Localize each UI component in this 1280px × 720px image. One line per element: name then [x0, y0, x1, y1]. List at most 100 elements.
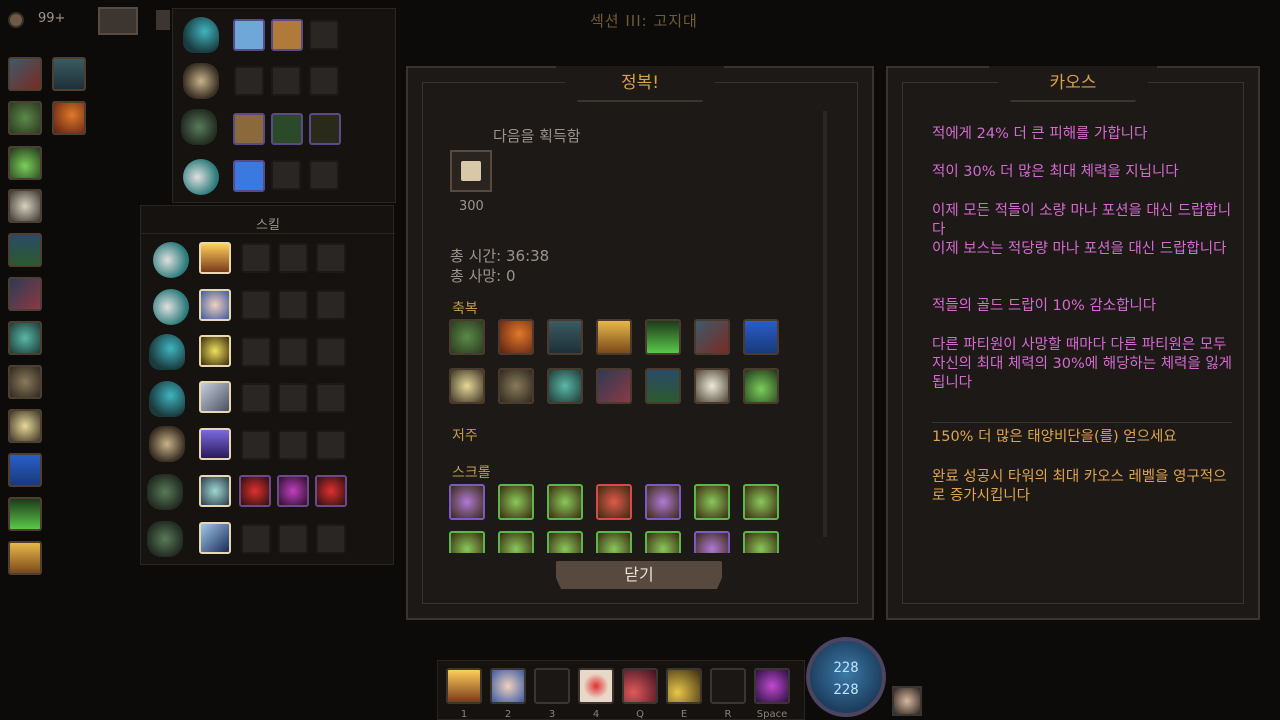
- close-button[interactable]: 닫기: [556, 561, 722, 589]
- empty-slot[interactable]: [316, 524, 346, 554]
- armored-knight-icon[interactable]: [547, 319, 583, 355]
- sword-slash-icon[interactable]: [8, 277, 42, 311]
- character-portrait-icon[interactable]: [892, 686, 922, 716]
- empty-slot[interactable]: [241, 383, 271, 413]
- empty-slot[interactable]: [309, 20, 339, 50]
- empty-slot[interactable]: [316, 383, 346, 413]
- teal-crystal-icon[interactable]: [547, 368, 583, 404]
- empty-slot[interactable]: [316, 243, 346, 273]
- empty-slot[interactable]: [271, 160, 301, 190]
- gold-wave-icon[interactable]: [666, 668, 702, 704]
- purple-scroll-icon[interactable]: [449, 484, 485, 520]
- empty-slot[interactable]: [309, 66, 339, 96]
- empty-slot[interactable]: [278, 524, 308, 554]
- empty-slot[interactable]: [278, 290, 308, 320]
- green-scroll-icon[interactable]: [694, 484, 730, 520]
- fire-comet-icon[interactable]: [498, 319, 534, 355]
- hero-mage-icon[interactable]: [183, 159, 219, 195]
- axe-skill-icon[interactable]: [199, 381, 231, 413]
- empty-slot[interactable]: [278, 243, 308, 273]
- root-icon[interactable]: [498, 368, 534, 404]
- green-scroll-icon[interactable]: [743, 531, 779, 553]
- green-scroll-icon[interactable]: [645, 531, 681, 553]
- green-potion-icon[interactable]: [8, 146, 42, 180]
- teal-crystal-icon[interactable]: [8, 321, 42, 355]
- green-hook-icon[interactable]: [271, 113, 303, 145]
- rune-stone-icon[interactable]: [309, 113, 341, 145]
- empty-slot[interactable]: [316, 430, 346, 460]
- sword-slash-icon[interactable]: [596, 368, 632, 404]
- green-scroll-icon[interactable]: [449, 531, 485, 553]
- whirlwind-skill-icon[interactable]: [199, 475, 231, 507]
- green-scroll-icon[interactable]: [547, 531, 583, 553]
- red-wave-icon[interactable]: [622, 668, 658, 704]
- green-scroll-icon[interactable]: [596, 531, 632, 553]
- empty-slot[interactable]: [309, 160, 339, 190]
- empty-hotbar-slot[interactable]: [710, 668, 746, 704]
- fire-pillar-skill-icon[interactable]: [446, 668, 482, 704]
- green-scroll-icon[interactable]: [498, 531, 534, 553]
- empty-slot[interactable]: [241, 243, 271, 273]
- bag-icon[interactable]: [156, 10, 170, 30]
- empty-hotbar-slot[interactable]: [534, 668, 570, 704]
- purple-scroll-icon[interactable]: [645, 484, 681, 520]
- lightning-icon[interactable]: [449, 368, 485, 404]
- lightning-icon[interactable]: [8, 409, 42, 443]
- demon-mask-icon[interactable]: [694, 319, 730, 355]
- ice-slash-skill-icon[interactable]: [199, 522, 231, 554]
- green-potion-icon[interactable]: [743, 368, 779, 404]
- purple-heart-icon[interactable]: [754, 668, 790, 704]
- dagger-item-icon[interactable]: [271, 19, 303, 51]
- fire-pillar-skill-icon[interactable]: [199, 242, 231, 274]
- green-vine-icon[interactable]: [645, 368, 681, 404]
- empty-slot[interactable]: [241, 290, 271, 320]
- green-scroll-icon[interactable]: [498, 484, 534, 520]
- health-cross-icon[interactable]: [578, 668, 614, 704]
- hero-knight-icon[interactable]: [183, 17, 219, 53]
- green-scroll-icon[interactable]: [743, 484, 779, 520]
- demon-mask-icon[interactable]: [8, 57, 42, 91]
- angel-skill-icon[interactable]: [490, 668, 526, 704]
- red-gem-icon[interactable]: [315, 475, 347, 507]
- map-icon[interactable]: [98, 7, 138, 35]
- blue-banner-icon[interactable]: [743, 319, 779, 355]
- empty-slot[interactable]: [316, 290, 346, 320]
- grass-icon[interactable]: [8, 497, 42, 531]
- empty-slot[interactable]: [234, 66, 264, 96]
- root-icon[interactable]: [8, 365, 42, 399]
- grass-icon[interactable]: [645, 319, 681, 355]
- empty-slot[interactable]: [316, 337, 346, 367]
- purple-scroll-icon[interactable]: [694, 531, 730, 553]
- empty-slot[interactable]: [241, 524, 271, 554]
- empty-slot[interactable]: [278, 337, 308, 367]
- blue-banner-icon[interactable]: [8, 453, 42, 487]
- red-gem-icon[interactable]: [239, 475, 271, 507]
- potion-flask-skill-icon[interactable]: [199, 335, 231, 367]
- bone-tree-icon[interactable]: [694, 368, 730, 404]
- holy-cross-icon[interactable]: [596, 319, 632, 355]
- empty-slot[interactable]: [241, 337, 271, 367]
- green-scroll-icon[interactable]: [547, 484, 583, 520]
- holy-cross-icon[interactable]: [8, 541, 42, 575]
- leaf-crest-icon[interactable]: [449, 319, 485, 355]
- purple-gem-icon[interactable]: [277, 475, 309, 507]
- red-scroll-icon[interactable]: [596, 484, 632, 520]
- hero-goblin-icon[interactable]: [181, 109, 217, 145]
- fire-comet-icon[interactable]: [52, 101, 86, 135]
- empty-slot[interactable]: [241, 430, 271, 460]
- bone-tree-icon[interactable]: [8, 189, 42, 223]
- hammer-item-icon[interactable]: [233, 113, 265, 145]
- empty-slot[interactable]: [278, 430, 308, 460]
- leaf-crest-icon[interactable]: [8, 101, 42, 135]
- angel-skill-icon[interactable]: [199, 289, 231, 321]
- hero-viking-icon[interactable]: [183, 63, 219, 99]
- green-vine-icon[interactable]: [8, 233, 42, 267]
- sword-skill-icon[interactable]: [199, 428, 231, 460]
- shield-item-icon[interactable]: [233, 19, 265, 51]
- empty-slot[interactable]: [278, 383, 308, 413]
- empty-slot[interactable]: [271, 66, 301, 96]
- scrollbar[interactable]: [823, 111, 827, 537]
- reward-item[interactable]: [450, 150, 492, 192]
- blue-gem-icon[interactable]: [233, 160, 265, 192]
- armored-knight-icon[interactable]: [52, 57, 86, 91]
